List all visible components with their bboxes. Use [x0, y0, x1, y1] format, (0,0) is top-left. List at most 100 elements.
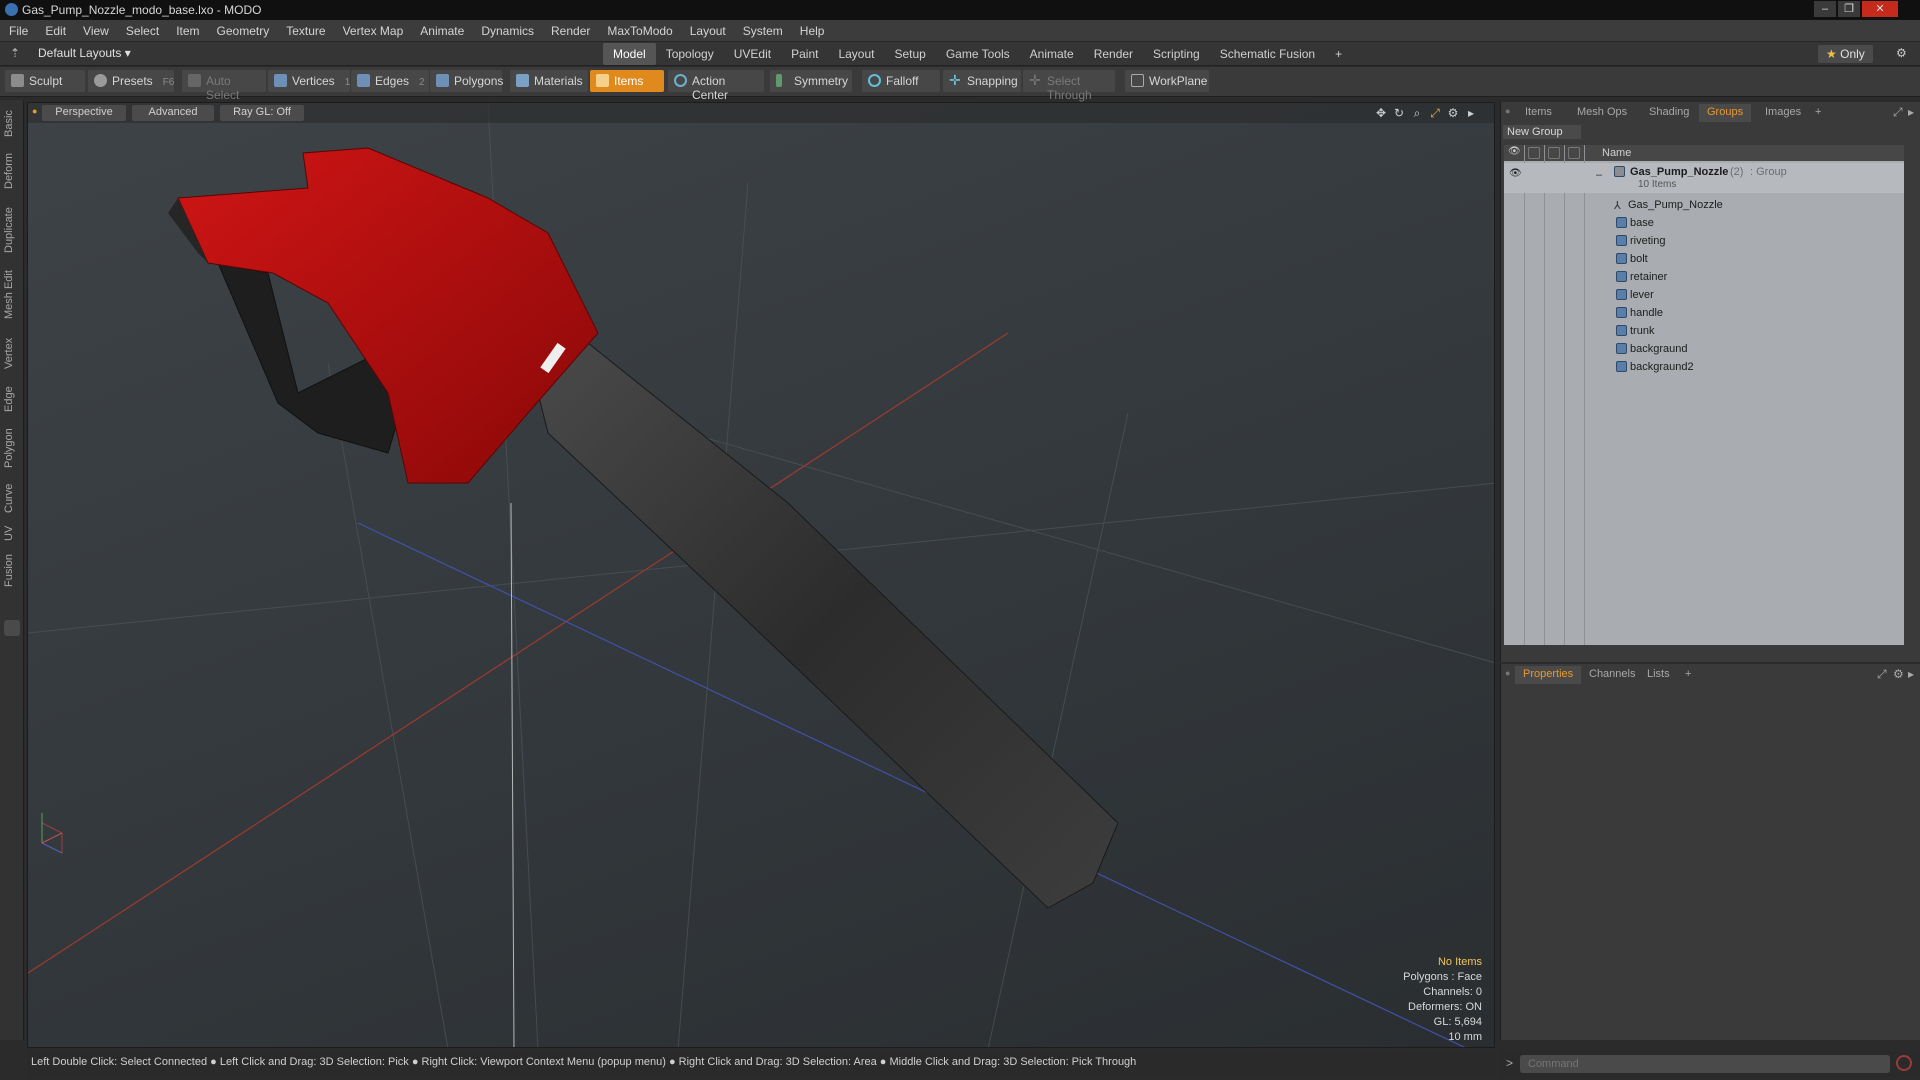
default-layouts-dropdown[interactable]: Default Layouts ▾ — [38, 46, 131, 60]
vtab-basic[interactable]: Basic — [3, 104, 21, 144]
shading-mode-button[interactable]: Advanced — [132, 105, 214, 121]
list-item[interactable]: bolt — [1504, 250, 1904, 268]
tab-channels[interactable]: Channels — [1581, 666, 1643, 684]
minimize-icon[interactable]: – — [1814, 1, 1836, 17]
list-item[interactable]: backgraund — [1504, 340, 1904, 358]
list-item[interactable]: backgraund2 — [1504, 358, 1904, 376]
menu-view[interactable]: View — [74, 20, 117, 42]
auto-select-button[interactable]: Auto Select — [182, 70, 266, 102]
tab-groups[interactable]: Groups — [1699, 104, 1752, 122]
tab-schematic-fusion[interactable]: Schematic Fusion — [1210, 43, 1325, 65]
tab-items[interactable]: Items — [1517, 104, 1560, 122]
tab-render[interactable]: Render — [1084, 43, 1143, 65]
presets-button[interactable]: Presets F6 — [88, 70, 174, 92]
vertices-button[interactable]: Vertices 1 — [268, 70, 350, 92]
properties-expand-icon[interactable]: ⤢ — [1877, 667, 1887, 682]
menu-item[interactable]: Item — [167, 20, 207, 42]
vtab-curve[interactable]: Curve — [3, 478, 21, 518]
menu-edit[interactable]: Edit — [36, 20, 74, 42]
items-button[interactable]: Items — [590, 70, 664, 92]
menu-layout[interactable]: Layout — [681, 20, 734, 42]
layout-up-icon[interactable]: ⇡ — [10, 46, 20, 60]
properties-gear-icon[interactable]: ⚙ — [1893, 667, 1904, 681]
edges-button[interactable]: Edges 2 — [351, 70, 429, 92]
view-mode-button[interactable]: Perspective — [42, 105, 126, 121]
tab-uvedit[interactable]: UVEdit — [724, 43, 781, 65]
tab-game-tools[interactable]: Game Tools — [936, 43, 1020, 65]
maximize-icon[interactable]: ❐ — [1838, 1, 1860, 17]
name-column-header[interactable]: Name — [1602, 147, 1631, 159]
list-item[interactable]: riveting — [1504, 232, 1904, 250]
zoom-icon[interactable]: ⌕ — [1410, 106, 1424, 120]
tab-topology[interactable]: Topology — [656, 43, 724, 65]
only-button[interactable]: ★ Only — [1818, 45, 1873, 63]
menu-vertex-map[interactable]: Vertex Map — [334, 20, 412, 42]
symmetry-button[interactable]: Symmetry — [770, 70, 852, 92]
menu-dynamics[interactable]: Dynamics — [472, 20, 542, 42]
tab-mesh-ops[interactable]: Mesh Ops — [1569, 104, 1635, 122]
falloff-button[interactable]: Falloff — [862, 70, 940, 92]
tab-shading[interactable]: Shading — [1641, 104, 1697, 122]
viewport-settings-icon[interactable]: ⚙ — [1446, 106, 1460, 120]
tab-images[interactable]: Images — [1757, 104, 1809, 122]
menu-texture[interactable]: Texture — [277, 20, 333, 42]
snapping-button[interactable]: ✛ Snapping — [943, 70, 1021, 92]
select-column-icon[interactable] — [1568, 147, 1580, 159]
command-input[interactable] — [1520, 1055, 1890, 1073]
vtab-vertex[interactable]: Vertex — [3, 328, 21, 378]
maximize-viewport-icon[interactable]: ⤢ — [1428, 106, 1442, 120]
vtab-polygon[interactable]: Polygon — [3, 420, 21, 476]
list-item[interactable]: base — [1504, 214, 1904, 232]
vtab-mesh-edit[interactable]: Mesh Edit — [3, 264, 21, 326]
list-item[interactable]: handle — [1504, 304, 1904, 322]
properties-arrow-icon[interactable]: ▸ — [1908, 667, 1914, 681]
pan-icon[interactable]: ✥ — [1374, 106, 1388, 120]
raygl-button[interactable]: Ray GL: Off — [220, 105, 304, 121]
command-record-icon[interactable] — [1896, 1055, 1912, 1071]
group-row[interactable]: 👁 – Gas_Pump_Nozzle (2) : Group 10 Items — [1504, 163, 1904, 193]
select-through-button[interactable]: ✛ Select Through — [1023, 70, 1115, 102]
polygons-button[interactable]: Polygons — [430, 70, 503, 92]
list-item[interactable]: retainer — [1504, 268, 1904, 286]
render-column-icon[interactable] — [1528, 147, 1540, 159]
action-center-button[interactable]: Action Center — [668, 70, 764, 102]
close-icon[interactable]: ✕ — [1862, 1, 1898, 17]
vtab-uv[interactable]: UV — [3, 520, 21, 546]
menu-help[interactable]: Help — [791, 20, 833, 42]
sculpt-button[interactable]: Sculpt — [5, 70, 85, 92]
vtab-deform[interactable]: Deform — [3, 146, 21, 196]
vtab-fusion[interactable]: Fusion — [3, 548, 21, 592]
menu-geometry[interactable]: Geometry — [208, 20, 278, 42]
viewport-expand-arrow-icon[interactable]: ▸ — [1464, 106, 1478, 120]
list-item[interactable]: ⅄ Gas_Pump_Nozzle — [1504, 196, 1904, 214]
menu-system[interactable]: System — [734, 20, 791, 42]
group-visibility-icon[interactable]: 👁 — [1509, 168, 1522, 179]
visibility-column-icon[interactable]: 👁 — [1508, 146, 1521, 157]
viewport-menu-icon[interactable]: ● — [32, 106, 40, 116]
add-properties-tab-icon[interactable]: + — [1677, 666, 1699, 684]
tab-layout[interactable]: Layout — [828, 43, 884, 65]
menu-animate[interactable]: Animate — [411, 20, 472, 42]
rotate-icon[interactable]: ↻ — [1392, 106, 1406, 120]
add-panel-tab-icon[interactable]: + — [1807, 104, 1829, 122]
tab-model[interactable]: Model — [603, 43, 656, 65]
menu-file[interactable]: File — [0, 20, 36, 42]
panel-expand-icon[interactable]: ⤢ — [1893, 105, 1903, 120]
3d-viewport[interactable]: ● Perspective Advanced Ray GL: Off ✥ ↻ ⌕… — [27, 102, 1495, 1048]
list-item[interactable]: lever — [1504, 286, 1904, 304]
tab-animate[interactable]: Animate — [1020, 43, 1084, 65]
add-tab-icon[interactable]: + — [1325, 43, 1352, 65]
lock-column-icon[interactable] — [1548, 147, 1560, 159]
menu-render[interactable]: Render — [542, 20, 598, 42]
tab-properties[interactable]: Properties — [1515, 666, 1582, 684]
tab-paint[interactable]: Paint — [781, 43, 828, 65]
menu-select[interactable]: Select — [117, 20, 167, 42]
panel-menu-icon[interactable]: ● — [1505, 106, 1510, 116]
vtab-edge[interactable]: Edge — [3, 380, 21, 418]
panel-arrow-icon[interactable]: ▸ — [1908, 105, 1914, 119]
materials-button[interactable]: Materials — [510, 70, 588, 92]
list-item[interactable]: trunk — [1504, 322, 1904, 340]
settings-gear-icon[interactable]: ⚙ — [1896, 46, 1907, 60]
tab-setup[interactable]: Setup — [884, 43, 935, 65]
vtab-duplicate[interactable]: Duplicate — [3, 198, 21, 262]
